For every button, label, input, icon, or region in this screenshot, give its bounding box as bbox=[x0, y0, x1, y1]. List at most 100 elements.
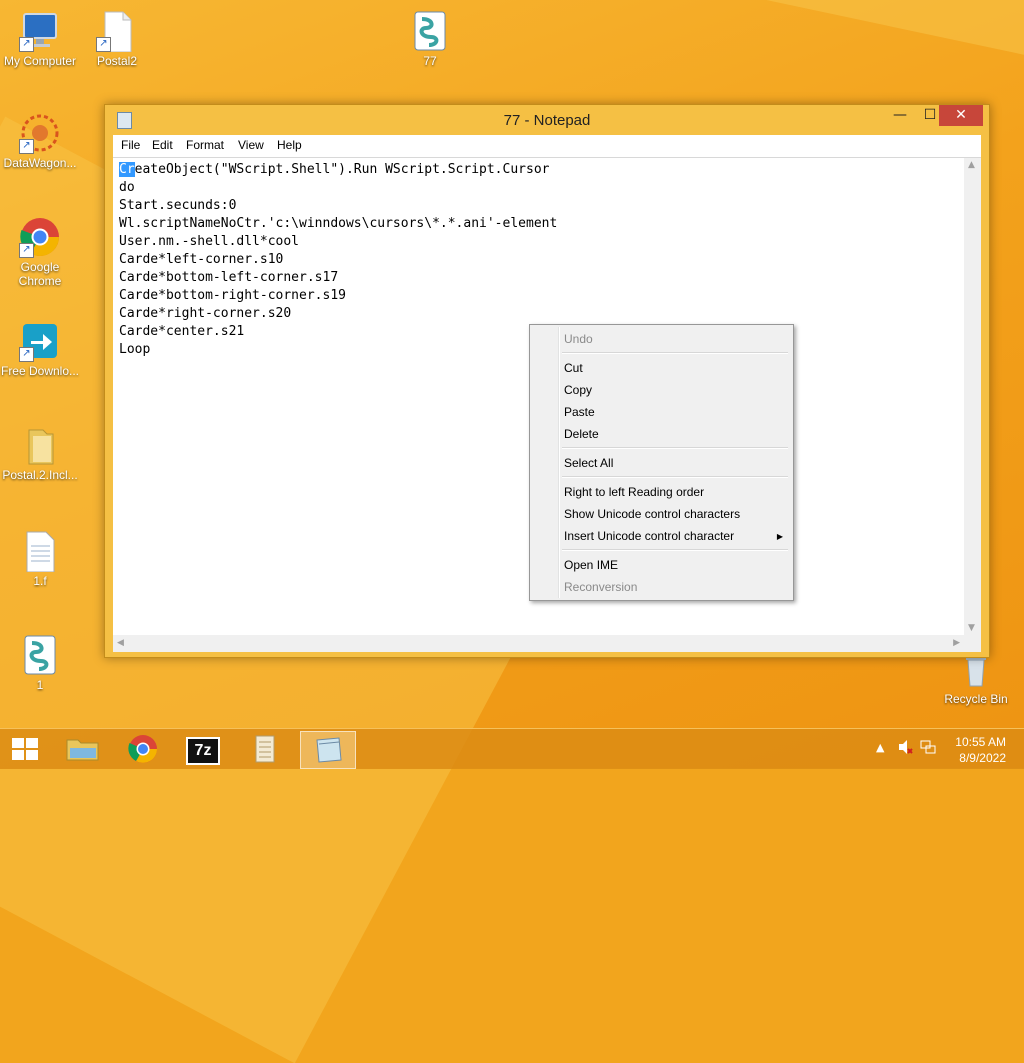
text-line: Loop bbox=[119, 342, 151, 357]
taskbar-notepad[interactable] bbox=[300, 731, 356, 769]
taskbar-7zip[interactable]: 7z bbox=[176, 731, 230, 767]
script-icon bbox=[255, 735, 275, 763]
shortcut-arrow-icon: ↗ bbox=[19, 37, 34, 52]
network-icon[interactable] bbox=[920, 739, 936, 758]
file-icon: ↗ bbox=[96, 10, 138, 53]
desktop-icon-google-chrome[interactable]: ↗ Google Chrome bbox=[0, 216, 80, 288]
clock-time: 10:55 AM bbox=[955, 735, 1006, 749]
shortcut-arrow-icon: ↗ bbox=[19, 139, 34, 154]
vertical-scrollbar[interactable]: ▲ ▼ bbox=[964, 158, 981, 635]
shortcut-arrow-icon: ↗ bbox=[19, 243, 34, 258]
script-icon bbox=[409, 10, 451, 52]
script-icon bbox=[19, 634, 61, 676]
clock-date: 8/9/2022 bbox=[959, 751, 1006, 765]
volume-muted-icon[interactable] bbox=[897, 739, 913, 758]
menu-separator bbox=[562, 352, 788, 354]
icon-label: 77 bbox=[423, 54, 437, 68]
desktop-icon-77[interactable]: 77 bbox=[390, 10, 470, 68]
submenu-arrow-icon: ▶ bbox=[776, 532, 783, 541]
start-button[interactable] bbox=[12, 738, 38, 760]
menu-help[interactable]: Help bbox=[277, 138, 302, 152]
menu-edit[interactable]: Edit bbox=[152, 138, 173, 152]
chrome-icon bbox=[128, 735, 157, 763]
menu-separator bbox=[562, 549, 788, 551]
menu-item-insert-unicode[interactable]: Insert Unicode control character bbox=[564, 529, 734, 543]
window-title: 77 - Notepad bbox=[503, 112, 591, 129]
chrome-icon: ↗ bbox=[19, 216, 61, 258]
download-manager-icon: ↗ bbox=[19, 320, 61, 362]
icon-label: 1.f bbox=[33, 574, 47, 588]
menu-gutter bbox=[558, 327, 560, 598]
menu-item-paste[interactable]: Paste bbox=[564, 405, 595, 419]
menu-view[interactable]: View bbox=[238, 138, 264, 152]
menu-item-undo[interactable]: Undo bbox=[564, 332, 593, 346]
windows-logo-pane bbox=[26, 750, 38, 760]
menu-item-cut[interactable]: Cut bbox=[564, 361, 583, 375]
desktop-icon-postal2[interactable]: ↗ Postal2 bbox=[77, 10, 157, 68]
icon-label: Postal.2.Incl... bbox=[2, 468, 78, 482]
file-explorer-icon bbox=[66, 739, 99, 761]
7zip-icon: 7z bbox=[186, 737, 220, 765]
horizontal-scrollbar[interactable]: ◀ ▶ bbox=[113, 635, 964, 652]
scroll-down-icon[interactable]: ▼ bbox=[968, 623, 975, 633]
datawagon-icon: ↗ bbox=[19, 112, 61, 154]
menu-item-rtl-reading-order[interactable]: Right to left Reading order bbox=[564, 485, 704, 499]
scroll-left-icon[interactable]: ◀ bbox=[117, 638, 124, 648]
text-selection: Cr bbox=[119, 162, 135, 177]
desktop-icon-1[interactable]: 1 bbox=[0, 634, 80, 692]
folder-icon bbox=[19, 424, 61, 466]
menu-item-delete[interactable]: Delete bbox=[564, 427, 599, 441]
menu-item-select-all[interactable]: Select All bbox=[564, 456, 613, 470]
text-file-icon bbox=[19, 530, 61, 573]
text-line: Carde*right-corner.s20 bbox=[119, 306, 292, 321]
menu-separator bbox=[562, 447, 788, 449]
text-line: Carde*left-corner.s10 bbox=[119, 252, 284, 267]
text-line-rest: eateObject("WScript.Shell").Run WScript.… bbox=[134, 162, 550, 177]
text-line: Start.secunds:0 bbox=[119, 198, 237, 213]
menu-separator bbox=[562, 476, 788, 478]
desktop-icon-my-computer[interactable]: ↗ My Computer bbox=[0, 10, 80, 68]
text-line: do bbox=[119, 180, 135, 195]
computer-icon: ↗ bbox=[19, 10, 61, 52]
taskbar: 7z ▲ 10:55 AM 8/9/2022 bbox=[0, 728, 1024, 769]
icon-label: 1 bbox=[36, 678, 44, 692]
size-grip[interactable] bbox=[964, 635, 981, 652]
menu-item-copy[interactable]: Copy bbox=[564, 383, 592, 397]
scroll-right-icon[interactable]: ▶ bbox=[953, 638, 960, 648]
taskbar-script[interactable] bbox=[238, 731, 292, 767]
text-line: Carde*center.s21 bbox=[119, 324, 245, 339]
icon-label: My Computer bbox=[3, 54, 77, 68]
notepad-icon bbox=[316, 737, 342, 763]
icon-label: Recycle Bin bbox=[944, 692, 1008, 706]
menu-bar: File Edit Format View Help bbox=[113, 135, 981, 157]
menu-format[interactable]: Format bbox=[186, 138, 224, 152]
desktop-icon-postal-folder[interactable]: Postal.2.Incl... bbox=[0, 424, 80, 482]
editor-content[interactable]: CreateObject("WScript.Shell").Run WScrip… bbox=[119, 161, 557, 359]
windows-logo-icon bbox=[12, 738, 24, 748]
text-line: User.nm.-shell.dll*cool bbox=[119, 234, 300, 249]
icon-label: Google Chrome bbox=[18, 260, 62, 288]
text-line: Carde*bottom-left-corner.s17 bbox=[119, 270, 339, 285]
shortcut-arrow-icon: ↗ bbox=[19, 347, 34, 362]
system-clock[interactable]: 10:55 AM 8/9/2022 bbox=[955, 734, 1006, 766]
taskbar-google-chrome[interactable] bbox=[116, 731, 170, 767]
minimize-button[interactable]: — bbox=[885, 105, 915, 126]
menu-item-open-ime[interactable]: Open IME bbox=[564, 558, 618, 572]
desktop-icon-1f[interactable]: 1.f bbox=[0, 530, 80, 588]
icon-label: Postal2 bbox=[96, 54, 138, 68]
text-line: Carde*bottom-right-corner.s19 bbox=[119, 288, 346, 303]
scroll-up-icon[interactable]: ▲ bbox=[968, 160, 975, 170]
desktop-icon-free-download[interactable]: ↗ Free Downlo... bbox=[0, 320, 80, 378]
taskbar-file-explorer[interactable] bbox=[56, 731, 110, 767]
icon-label: Free Downlo... bbox=[0, 364, 80, 378]
desktop-icon-datawagon[interactable]: ↗ DataWagon... bbox=[0, 112, 80, 170]
show-hidden-icons-button[interactable]: ▲ bbox=[876, 741, 884, 754]
text-line: Wl.scriptNameNoCtr.'c:\winndows\cursors\… bbox=[119, 216, 558, 231]
menu-item-show-unicode[interactable]: Show Unicode control characters bbox=[564, 507, 740, 521]
shortcut-arrow-icon: ↗ bbox=[96, 37, 111, 52]
close-button[interactable]: ✕ bbox=[939, 105, 983, 126]
menu-item-reconversion[interactable]: Reconversion bbox=[564, 580, 637, 594]
menu-file[interactable]: File bbox=[121, 138, 140, 152]
title-bar[interactable]: 77 - Notepad — ☐ ✕ bbox=[105, 105, 989, 135]
text-line: CreateObject("WScript.Shell").Run WScrip… bbox=[119, 161, 557, 179]
